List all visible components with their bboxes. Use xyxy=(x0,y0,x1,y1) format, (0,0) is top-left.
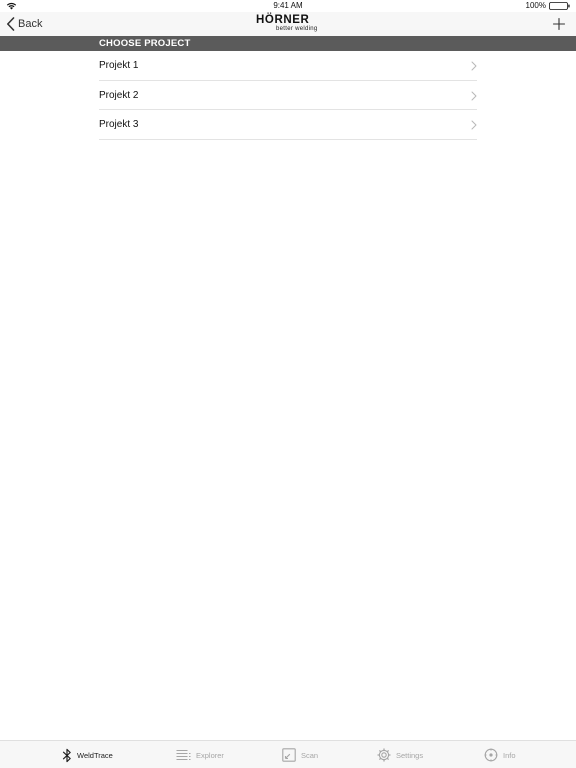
info-icon xyxy=(484,748,498,762)
tab-label: Info xyxy=(503,750,516,760)
battery-icon xyxy=(549,2,570,10)
tab-explorer[interactable]: Explorer xyxy=(176,741,224,768)
tab-label: Settings xyxy=(396,750,424,760)
scan-icon xyxy=(282,748,296,762)
add-project-button[interactable] xyxy=(552,17,566,31)
battery-percentage: 100% xyxy=(525,1,546,10)
section-header: CHOOSE PROJECT xyxy=(0,36,576,51)
tab-label: WeldTrace xyxy=(77,750,113,760)
project-name: Projekt 2 xyxy=(99,89,139,101)
tab-label: Explorer xyxy=(196,750,224,760)
navigation-bar: Back HÖRNER better welding xyxy=(0,12,576,36)
plus-icon xyxy=(552,17,566,31)
brand-name: HÖRNER xyxy=(256,14,310,26)
section-title: CHOOSE PROJECT xyxy=(99,38,191,49)
tab-bar: WeldTrace Explorer Scan Settings Info xyxy=(0,740,576,768)
project-name: Projekt 1 xyxy=(99,60,139,71)
project-list-item[interactable]: Projekt 3 xyxy=(99,110,477,140)
tab-label: Scan xyxy=(301,750,319,760)
chevron-right-icon xyxy=(471,91,477,100)
status-bar: 9:41 AM 100% xyxy=(0,0,576,12)
tab-weldtrace[interactable]: WeldTrace xyxy=(62,741,113,768)
brand-tagline: better welding xyxy=(276,26,318,32)
chevron-right-icon xyxy=(471,120,477,130)
tab-scan[interactable]: Scan xyxy=(282,741,318,768)
status-time: 9:41 AM xyxy=(273,1,303,10)
chevron-right-icon xyxy=(471,61,477,71)
project-list-item[interactable]: Projekt 2 xyxy=(99,81,477,110)
project-list: Projekt 1 Projekt 2 Projekt 3 xyxy=(99,51,477,140)
brand-logo: HÖRNER better welding xyxy=(256,14,322,34)
gear-icon xyxy=(377,748,391,762)
project-list-item[interactable]: Projekt 1 xyxy=(99,51,477,81)
back-button[interactable]: Back xyxy=(6,16,42,32)
tab-settings[interactable]: Settings xyxy=(377,741,423,768)
list-icon xyxy=(176,749,191,761)
project-name: Projekt 3 xyxy=(99,119,139,130)
chevron-left-icon xyxy=(7,17,15,31)
bluetooth-icon xyxy=(62,748,71,762)
tab-info[interactable]: Info xyxy=(484,741,516,768)
back-label: Back xyxy=(18,18,43,30)
